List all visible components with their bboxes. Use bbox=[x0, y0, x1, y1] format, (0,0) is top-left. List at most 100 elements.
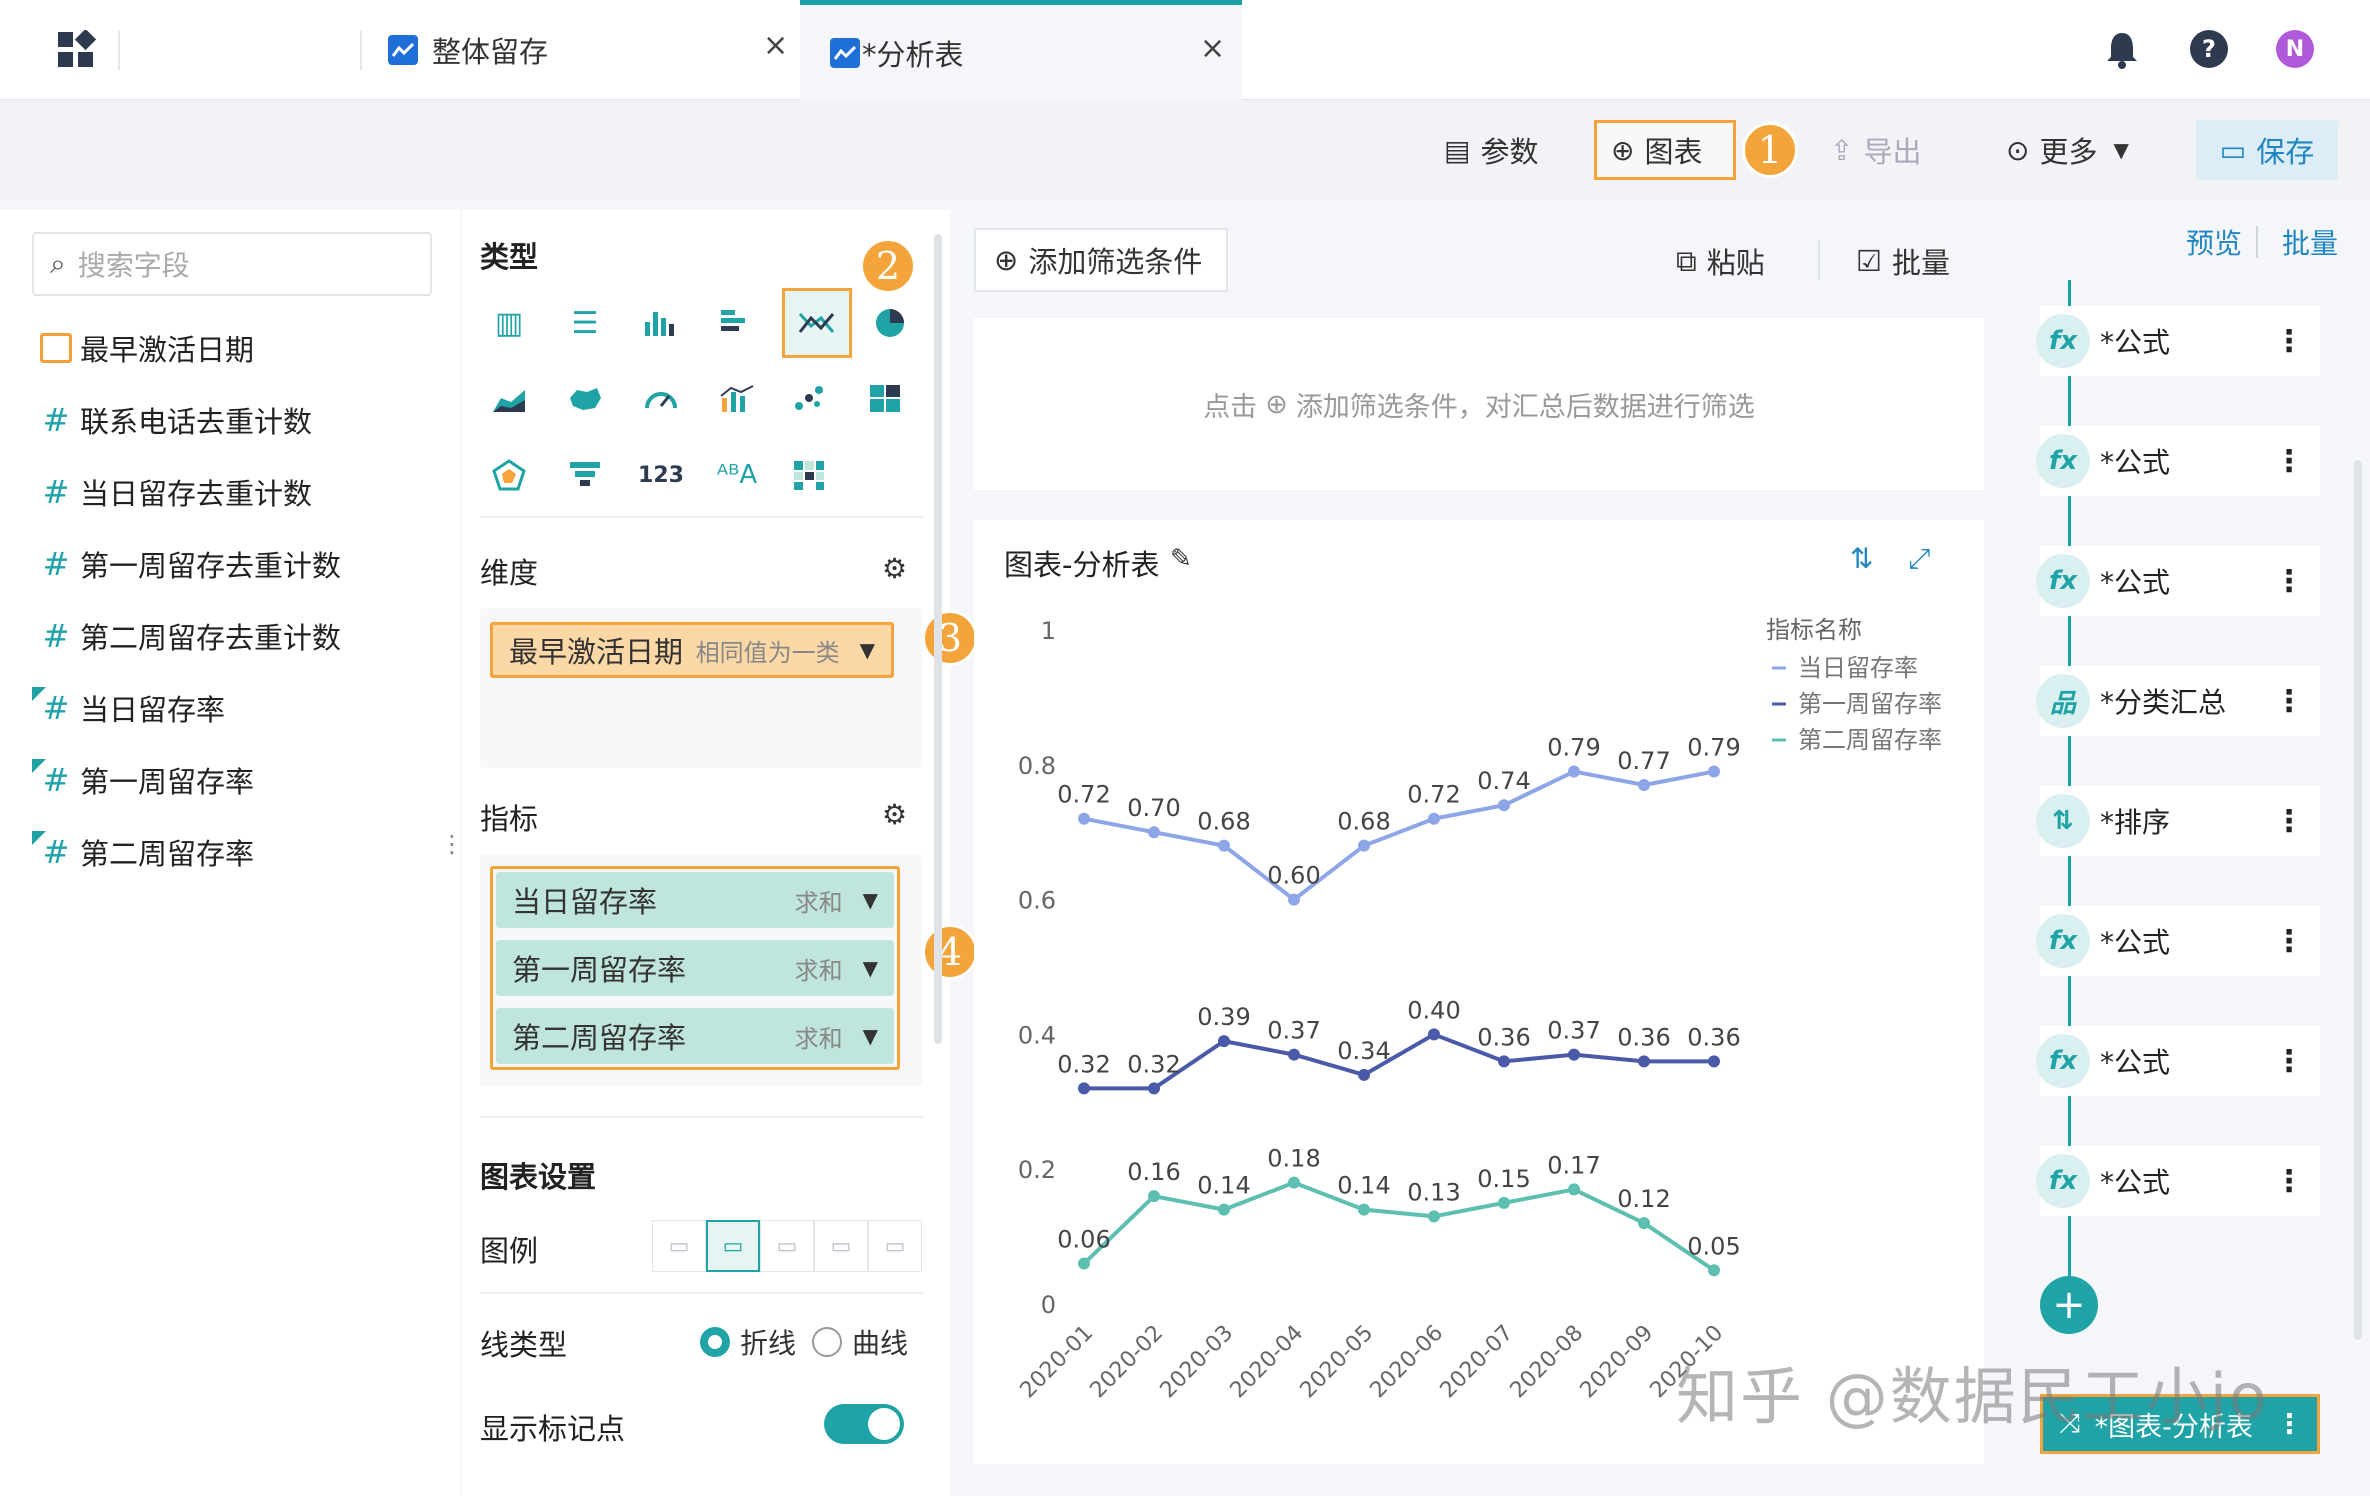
field-item[interactable]: # 联系电话去重计数 bbox=[32, 396, 312, 444]
params-button[interactable]: ▤ 参数 bbox=[1430, 120, 1552, 180]
add-step-button[interactable]: + bbox=[2040, 1276, 2098, 1334]
scatter-chart-icon[interactable] bbox=[782, 372, 836, 426]
gauge-chart-icon[interactable] bbox=[634, 372, 688, 426]
bell-icon[interactable] bbox=[2104, 30, 2140, 70]
more-vert-icon[interactable]: ⋮ bbox=[2274, 564, 2304, 599]
line-chart: 00.20.40.60.812020-012020-022020-032020-… bbox=[1016, 616, 1942, 1403]
show-markers-toggle[interactable] bbox=[824, 1404, 904, 1444]
word-cloud-icon[interactable]: ᴬᴮA bbox=[710, 448, 764, 502]
more-button[interactable]: ⊙ 更多 ▼ bbox=[1992, 120, 2143, 180]
pipeline-step[interactable]: fx *公式 ⋮ bbox=[2036, 1026, 2320, 1096]
add-filter-button[interactable]: ⊕ 添加筛选条件 bbox=[974, 228, 1228, 292]
pipeline-step[interactable]: fx *公式 ⋮ bbox=[2036, 306, 2320, 376]
data-point bbox=[1498, 1196, 1510, 1209]
pipeline-step[interactable]: fx *公式 ⋮ bbox=[2036, 426, 2320, 496]
area-chart-icon[interactable] bbox=[482, 372, 536, 426]
save-button[interactable]: ▭ 保存 bbox=[2196, 120, 2338, 180]
metric-pill[interactable]: 当日留存率 求和 ▼ bbox=[496, 872, 894, 928]
pipeline-step[interactable]: fx *公式 ⋮ bbox=[2036, 906, 2320, 976]
caret-down-icon[interactable]: ▼ bbox=[860, 638, 875, 662]
legend-top-option[interactable]: ▭ bbox=[814, 1220, 868, 1272]
heatmap-chart-icon[interactable] bbox=[782, 448, 836, 502]
radar-chart-icon[interactable] bbox=[482, 448, 536, 502]
avatar[interactable]: N bbox=[2276, 30, 2314, 68]
export-button[interactable]: ⇪ 导出 bbox=[1816, 120, 1935, 180]
dashboard-grid-icon[interactable] bbox=[858, 372, 912, 426]
radio-polyline[interactable]: 折线 bbox=[700, 1322, 796, 1362]
settings-icon[interactable]: ⚙ bbox=[882, 798, 907, 831]
more-vert-icon[interactable]: ⋮ bbox=[2276, 1409, 2303, 1440]
legend-left-option[interactable]: ▭ bbox=[760, 1220, 814, 1272]
config-scrollbar[interactable] bbox=[934, 234, 942, 1044]
settings-icon[interactable]: ⚙ bbox=[882, 552, 907, 585]
step-type-icon: fx bbox=[2036, 914, 2090, 968]
field-item[interactable]: # 当日留存率 bbox=[32, 684, 225, 732]
more-vert-icon[interactable]: ⋮ bbox=[2274, 684, 2304, 719]
more-vert-icon[interactable]: ⋮ bbox=[2274, 324, 2304, 359]
field-item[interactable]: # 第一周留存率 bbox=[32, 756, 254, 804]
plus-circle-icon[interactable]: ⊕ bbox=[1265, 389, 1288, 420]
field-item[interactable]: # 第二周留存去重计数 bbox=[32, 612, 341, 660]
legend-right-option[interactable]: ▭ bbox=[706, 1220, 760, 1272]
bar-chart-icon[interactable] bbox=[634, 296, 688, 350]
pipeline-step[interactable]: 品 *分类汇总 ⋮ bbox=[2036, 666, 2320, 736]
step-label: *公式 bbox=[2100, 326, 2171, 359]
apps-grid-icon[interactable] bbox=[56, 28, 97, 70]
y-tick-label: 1 bbox=[1041, 617, 1056, 645]
caret-down-icon[interactable]: ▼ bbox=[863, 956, 878, 980]
caret-down-icon[interactable]: ▼ bbox=[863, 888, 878, 912]
horizontal-bar-icon[interactable] bbox=[710, 296, 764, 350]
right-scrollbar[interactable] bbox=[2354, 460, 2362, 1340]
more-vert-icon[interactable]: ⋮ bbox=[2274, 1164, 2304, 1199]
number-card-icon[interactable]: 123 bbox=[634, 448, 688, 502]
funnel-chart-icon[interactable] bbox=[558, 448, 612, 502]
more-vert-icon[interactable]: ⋮ bbox=[2274, 804, 2304, 839]
more-vert-icon[interactable]: ⋮ bbox=[2274, 924, 2304, 959]
paste-button[interactable]: ⧉ 粘贴 bbox=[1676, 240, 1765, 282]
metric-drop-area[interactable]: 当日留存率 求和 ▼ 第一周留存率 求和 ▼ 第二周留存率 求和 ▼ bbox=[480, 854, 922, 1086]
panel-resize-handle[interactable]: ⋮ bbox=[440, 830, 464, 858]
dimension-pill[interactable]: 最早激活日期 相同值为一类 ▼ bbox=[490, 622, 894, 678]
data-point bbox=[1358, 1203, 1370, 1216]
data-point bbox=[1708, 1055, 1720, 1068]
pie-chart-icon[interactable] bbox=[864, 296, 918, 350]
export-icon: ⇪ bbox=[1830, 133, 1854, 167]
pipeline-step[interactable]: fx *公式 ⋮ bbox=[2036, 1146, 2320, 1216]
close-icon[interactable]: × bbox=[763, 28, 788, 63]
more-vert-icon[interactable]: ⋮ bbox=[2274, 444, 2304, 479]
batch-button[interactable]: ☑ 批量 bbox=[1856, 240, 1950, 282]
combo-chart-icon[interactable] bbox=[710, 372, 764, 426]
field-item[interactable]: # 第一周留存去重计数 bbox=[32, 540, 341, 588]
step-type-icon: fx bbox=[2036, 1154, 2090, 1208]
legend-none-option[interactable]: ▭ bbox=[652, 1220, 706, 1272]
legend-bottom-option[interactable]: ▭ bbox=[868, 1220, 922, 1272]
field-item[interactable]: 最早激活日期 bbox=[32, 324, 254, 372]
field-item[interactable]: # 当日留存去重计数 bbox=[32, 468, 312, 516]
params-icon: ▤ bbox=[1444, 133, 1471, 167]
preview-link[interactable]: 预览 bbox=[2186, 222, 2242, 262]
dimension-drop-area[interactable]: 最早激活日期 相同值为一类 ▼ bbox=[480, 608, 922, 768]
pipeline-step[interactable]: ⇅ *排序 ⋮ bbox=[2036, 786, 2320, 856]
data-point bbox=[1428, 812, 1440, 825]
pipeline-step[interactable]: fx *公式 ⋮ bbox=[2036, 546, 2320, 616]
close-icon[interactable]: × bbox=[1200, 31, 1225, 66]
batch-link[interactable]: 批量 bbox=[2282, 222, 2338, 262]
chart-settings-title: 图表设置 bbox=[480, 1160, 597, 1194]
caret-down-icon[interactable]: ▼ bbox=[863, 1024, 878, 1048]
add-chart-button[interactable]: ⊕ 图表 bbox=[1594, 120, 1736, 180]
field-item[interactable]: # 第二周留存率 bbox=[32, 828, 254, 876]
table-type-icon[interactable]: ▥ bbox=[482, 296, 536, 350]
radio-curve[interactable]: 曲线 bbox=[812, 1322, 908, 1362]
tab-overall-retention[interactable]: 整体留存 × bbox=[388, 0, 798, 100]
more-vert-icon[interactable]: ⋮ bbox=[2274, 1044, 2304, 1079]
metric-pill[interactable]: 第二周留存率 求和 ▼ bbox=[496, 1008, 894, 1064]
line-chart-type-icon[interactable] bbox=[782, 288, 852, 358]
crosstab-type-icon[interactable]: ☰ bbox=[558, 296, 612, 350]
search-input[interactable]: ⌕ 搜索字段 bbox=[32, 232, 432, 296]
data-point bbox=[1498, 799, 1510, 812]
metric-pill[interactable]: 第一周留存率 求和 ▼ bbox=[496, 940, 894, 996]
step-label: *排序 bbox=[2100, 806, 2171, 839]
help-icon[interactable]: ? bbox=[2190, 30, 2228, 68]
tab-analysis-table[interactable]: *分析表 × bbox=[800, 0, 1242, 100]
map-chart-icon[interactable] bbox=[558, 372, 612, 426]
